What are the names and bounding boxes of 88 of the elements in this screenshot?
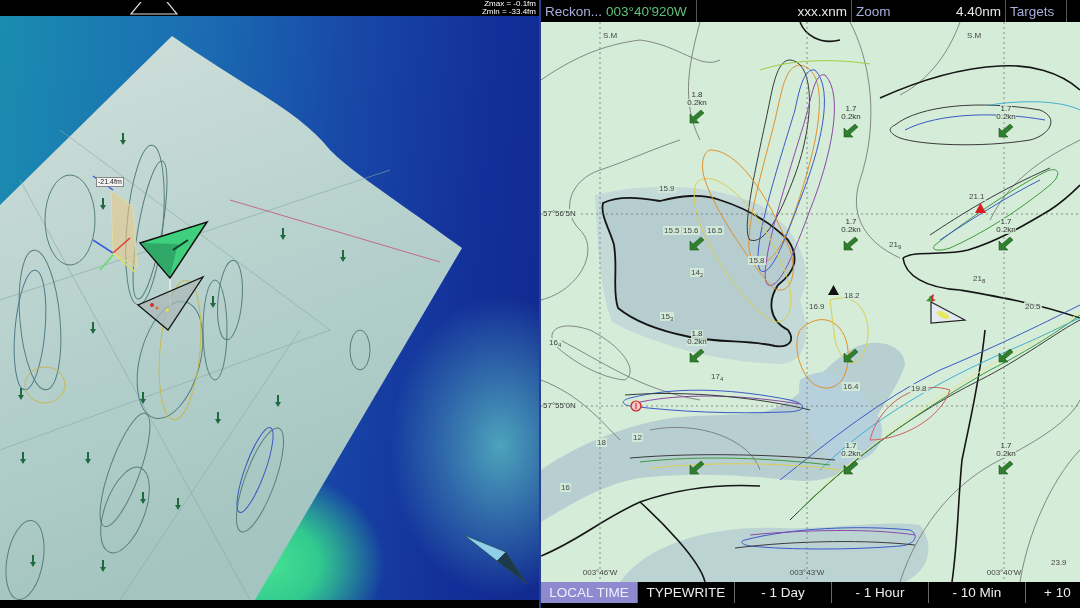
current-arrow-icon — [843, 349, 859, 363]
current-rate-label: 1.7 — [1000, 105, 1012, 113]
depth-sounding: 16.5 — [706, 226, 724, 235]
depth-sounding: 20.5 — [1024, 302, 1042, 311]
depth-sounding: 19.8 — [910, 384, 928, 393]
depth-sounding: 21.1 — [968, 192, 986, 201]
current-arrow-icon — [120, 133, 126, 145]
current-arrow-icon — [210, 296, 216, 308]
depth-sounding: 23.9 — [1050, 558, 1068, 567]
latitude-label: 57°55'0N — [543, 401, 578, 410]
current-speed-label: 0.2kn — [996, 113, 1016, 121]
depth-sounding: 16.4 — [842, 382, 860, 391]
current-arrow-icon — [275, 395, 281, 407]
longitude-label: 003°46'W — [582, 568, 618, 577]
depth-range-label: Zmax = -0.1fm — [484, 0, 536, 8]
wedge-outline-icon — [136, 275, 205, 331]
current-arrow-icon — [998, 237, 1014, 251]
current-arrow-icon — [689, 461, 705, 475]
safety-contour — [799, 22, 841, 43]
depth-sounding: 18 — [596, 438, 607, 447]
current-speed-label: 0.2kn — [841, 450, 861, 458]
current-arrow-icon — [100, 560, 106, 572]
current-arrow-icon — [689, 237, 705, 251]
current-rate-label: 1.8 — [691, 330, 703, 338]
depth-sounding: 15.8 — [748, 256, 766, 265]
current-arrow-icon — [140, 392, 146, 404]
header-readout: 4.40nm — [955, 3, 1001, 19]
depth-sounding: 15.9 — [658, 184, 676, 193]
longitude-label: 003°43'W — [789, 568, 825, 577]
depth-sounding: 21$_{8}$ — [972, 274, 987, 283]
current-arrow-icon — [175, 498, 181, 510]
current-arrow-icon — [280, 228, 286, 240]
current-speed-label: 0.2kn — [687, 338, 707, 346]
depth-sounding: 15$_{3}$ — [660, 312, 675, 321]
depth-sounding: 15.5 — [663, 226, 681, 235]
current-arrow-icon — [998, 349, 1014, 363]
target-icon[interactable] — [828, 285, 839, 295]
current-rate-label: 1.8 — [691, 91, 703, 99]
compass-arrow-icon — [463, 534, 528, 585]
position-readout: 003°40'920W — [606, 3, 687, 19]
current-arrow-icon — [90, 322, 96, 334]
current-arrow-icon — [843, 124, 859, 138]
current-arrow-icon — [18, 388, 24, 400]
current-arrow-icon — [140, 492, 146, 504]
current-arrow-icon — [843, 237, 859, 251]
current-rate-label: 1.7 — [1000, 442, 1012, 450]
current-speed-label: 0.2kn — [841, 113, 861, 121]
depth-sounding: 15.6 — [682, 226, 700, 235]
depth-probe-icon — [92, 175, 138, 273]
depth-sounding: 12 — [632, 433, 643, 442]
header-label[interactable]: Targets — [1010, 3, 1055, 19]
current-rate-label: 1.7 — [845, 218, 857, 226]
depth-range-label: Zmin = -33.4fm — [482, 8, 536, 16]
own-ship-icon — [925, 293, 967, 325]
current-speed-label: 0.2kn — [996, 226, 1016, 234]
latitude-label: 57°56'5N — [543, 209, 578, 218]
current-speed-label: 0.2kn — [687, 99, 707, 107]
header-label[interactable]: Zoom — [856, 3, 891, 19]
current-rate-label: 1.7 — [845, 442, 857, 450]
current-rate-label: 1.7 — [1000, 218, 1012, 226]
depth-sounding: 16.9 — [808, 302, 826, 311]
current-arrow-icon — [100, 198, 106, 210]
area-label: S.M — [967, 31, 982, 40]
current-rate-label: 1.7 — [845, 105, 857, 113]
current-arrow-icon — [215, 412, 221, 424]
current-arrow-icon — [30, 555, 36, 567]
current-arrow-icon — [998, 124, 1014, 138]
current-speed-label: 0.2kn — [841, 226, 861, 234]
depth-sounding: 17$_{4}$ — [710, 372, 725, 381]
area-label: S.M — [603, 31, 618, 40]
depth-sounding: 16 — [560, 483, 571, 492]
depth-sounding: 14$_{2}$ — [690, 268, 705, 277]
depth-sounding: 16$_{4}$ — [548, 338, 563, 347]
current-arrow-icon — [85, 452, 91, 464]
depth-sounding: 21$_{9}$ — [888, 240, 903, 249]
current-arrow-icon — [998, 461, 1014, 475]
current-arrow-icon — [20, 452, 26, 464]
depth-sounding: 18.2 — [843, 291, 861, 300]
current-speed-label: 0.2kn — [996, 450, 1016, 458]
circle-symbol-icon — [630, 400, 642, 412]
header-readout: xxx.xnm — [797, 3, 847, 19]
current-arrow-icon — [843, 461, 859, 475]
current-arrow-icon — [340, 250, 346, 262]
header-label[interactable]: Reckon... — [545, 3, 603, 19]
current-arrow-icon — [689, 349, 705, 363]
current-arrow-icon — [689, 110, 705, 124]
longitude-label: 003°40'W — [986, 568, 1022, 577]
marker-icon — [130, 2, 178, 15]
